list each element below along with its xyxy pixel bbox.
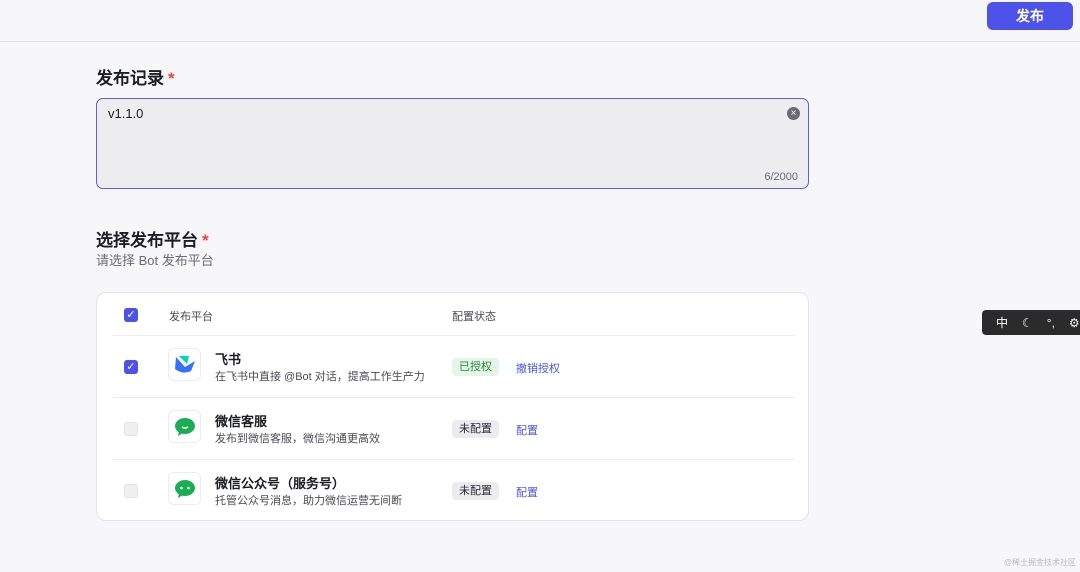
wechat-official-icon xyxy=(168,472,201,505)
publish-button[interactable]: 发布 xyxy=(987,2,1073,30)
ime-mode-toggle[interactable]: 中 xyxy=(996,314,1008,331)
moon-icon[interactable]: ☾ xyxy=(1022,316,1033,330)
platform-desc: 在飞书中直接 @Bot 对话，提高工作生产力 xyxy=(215,371,425,383)
platform-table: ✓ 发布平台 配置状态 ✓ 飞书 在飞书中直接 @Bot 对话，提高工作生产力 … xyxy=(96,292,809,521)
feishu-logo-icon xyxy=(168,348,201,381)
table-row: 微信客服 发布到微信客服，微信沟通更高效 未配置 配置 xyxy=(113,398,795,460)
release-notes-label: 发布记录 * xyxy=(96,64,175,89)
required-mark: * xyxy=(202,231,209,250)
platforms-subtitle: 请选择 Bot 发布平台 xyxy=(96,253,214,268)
status-badge: 已授权 xyxy=(452,358,499,376)
column-header-status: 配置状态 xyxy=(452,311,496,323)
wechat-service-icon xyxy=(168,410,201,443)
gear-icon[interactable]: ⚙ xyxy=(1069,316,1080,330)
row-checkbox[interactable]: ✓ xyxy=(124,360,138,374)
clear-icon[interactable]: × xyxy=(787,107,800,120)
ime-toolbar[interactable]: 中 ☾ °, ⚙ xyxy=(982,310,1080,335)
configure-link[interactable]: 配置 xyxy=(516,484,538,500)
release-notes-input[interactable]: v1.1.0 × 6/2000 xyxy=(96,98,809,189)
select-all-checkbox[interactable]: ✓ xyxy=(124,308,138,322)
punctuation-toggle[interactable]: °, xyxy=(1047,316,1055,330)
platform-name: 微信客服 xyxy=(215,414,268,429)
release-notes-value: v1.1.0 xyxy=(108,106,144,121)
column-header-platform: 发布平台 xyxy=(169,311,213,323)
table-header: ✓ 发布平台 配置状态 xyxy=(113,293,795,336)
configure-link[interactable]: 配置 xyxy=(516,422,538,438)
revoke-auth-link[interactable]: 撤销授权 xyxy=(516,360,560,376)
top-bar: 发布 xyxy=(0,0,1080,42)
label-text: 发布记录 xyxy=(96,69,164,88)
platforms-label: 选择发布平台 * xyxy=(96,226,209,251)
status-badge: 未配置 xyxy=(452,420,499,438)
row-checkbox[interactable] xyxy=(124,484,138,498)
required-mark: * xyxy=(168,69,175,88)
row-checkbox[interactable] xyxy=(124,422,138,436)
char-counter: 6/2000 xyxy=(764,171,798,183)
status-badge: 未配置 xyxy=(452,482,499,500)
watermark: @稀土掘金技术社区 xyxy=(1003,558,1076,567)
platform-name: 飞书 xyxy=(215,352,242,367)
platform-desc: 发布到微信客服，微信沟通更高效 xyxy=(215,433,380,445)
platform-desc: 托管公众号消息，助力微信运营无间断 xyxy=(215,495,402,507)
table-row: ✓ 飞书 在飞书中直接 @Bot 对话，提高工作生产力 已授权 撤销授权 xyxy=(113,336,795,398)
label-text: 选择发布平台 xyxy=(96,231,198,250)
platform-name: 微信公众号（服务号） xyxy=(215,476,346,491)
table-row: 微信公众号（服务号） 托管公众号消息，助力微信运营无间断 未配置 配置 xyxy=(113,460,795,522)
